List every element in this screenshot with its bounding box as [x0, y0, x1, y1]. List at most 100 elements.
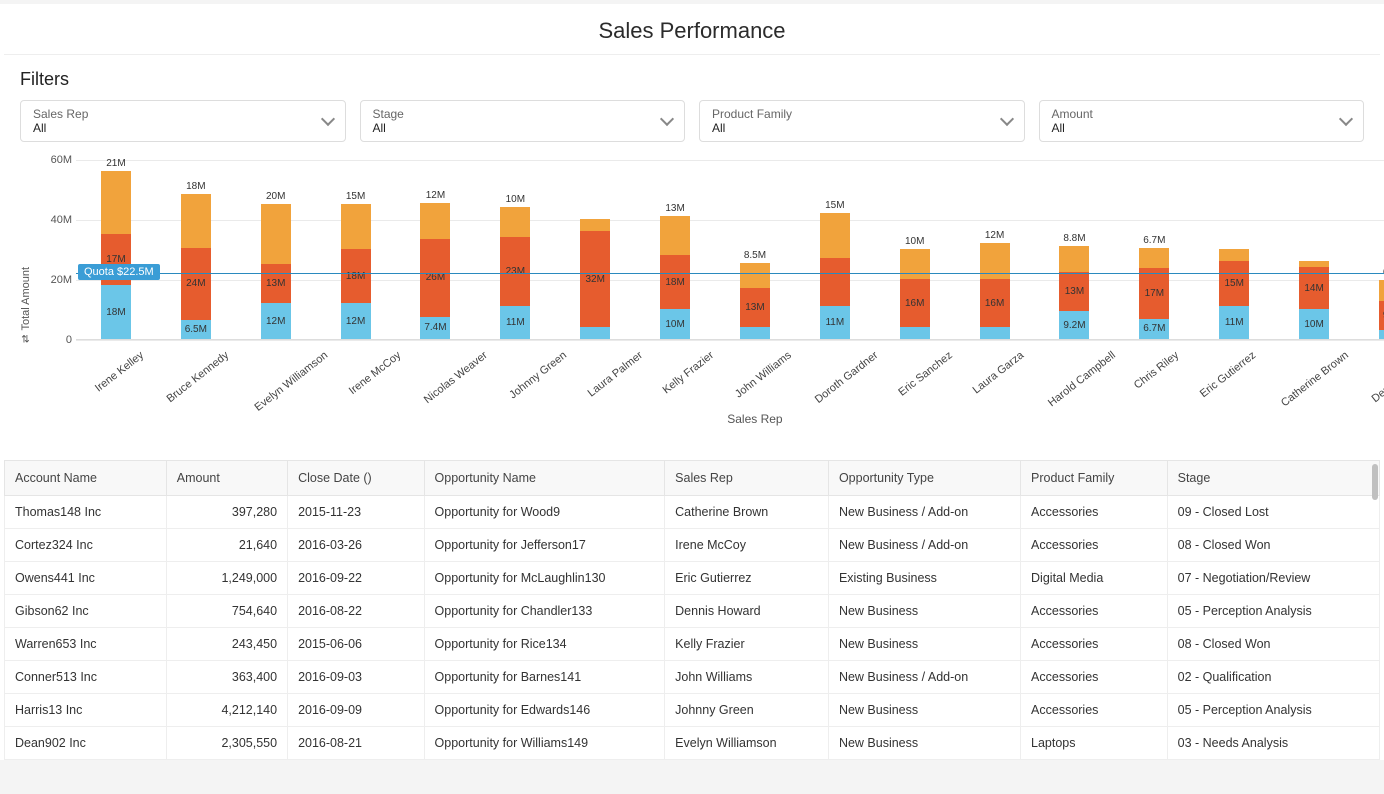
bar-label: 14M [1304, 283, 1323, 294]
table-cell: New Business [828, 694, 1020, 727]
table-cell: 2016-09-09 [288, 694, 424, 727]
table-cell: 363,400 [166, 661, 287, 694]
table-row[interactable]: Conner513 Inc363,4002016-09-03Opportunit… [5, 661, 1380, 694]
filter-sales-rep[interactable]: Sales Rep All [20, 100, 346, 142]
y-tick: 20M [34, 274, 72, 286]
bar[interactable]: 8.8M13M9.2M [1035, 246, 1115, 339]
table-cell: New Business [828, 727, 1020, 760]
chart-plot-area[interactable]: 020M40M60MQuota $22.5M21M17M18M18M24M6.5… [76, 160, 1384, 340]
column-header[interactable]: Opportunity Name [424, 461, 665, 496]
table-cell: Irene McCoy [665, 529, 829, 562]
bar-label: 16M [985, 298, 1004, 309]
bar[interactable]: 32M [555, 219, 635, 339]
filter-value: All [373, 121, 404, 135]
table-cell: Gibson62 Inc [5, 595, 167, 628]
column-header[interactable]: Stage [1167, 461, 1379, 496]
table-cell: 2016-08-21 [288, 727, 424, 760]
filters-panel: Filters Sales Rep All Stage All Product … [4, 59, 1380, 150]
bar-label: 6.7M [1143, 235, 1165, 246]
table-cell: 2015-06-06 [288, 628, 424, 661]
table-cell: 243,450 [166, 628, 287, 661]
chart-panel: Opportunity Type Existing Business New B… [4, 154, 1384, 456]
scrollbar-thumb[interactable] [1372, 464, 1378, 500]
table-cell: 08 - Closed Won [1167, 529, 1379, 562]
filter-stage[interactable]: Stage All [360, 100, 686, 142]
bar-label: 18M [186, 181, 205, 192]
bar-label: 10M [1304, 319, 1323, 330]
table-row[interactable]: Cortez324 Inc21,6402016-03-26Opportunity… [5, 529, 1380, 562]
bar-label: 15M [825, 200, 844, 211]
table-row[interactable]: Thomas148 Inc397,2802015-11-23Opportunit… [5, 496, 1380, 529]
chevron-down-icon [660, 112, 674, 126]
bar-label: 8.8M [1063, 233, 1085, 244]
bar[interactable]: 8.5M13M [715, 263, 795, 340]
table-cell: 4,212,140 [166, 694, 287, 727]
column-header[interactable]: Sales Rep [665, 461, 829, 496]
bar-label: 10M [905, 236, 924, 247]
bar-label: 13M [665, 203, 684, 214]
bar-label: 10M [506, 194, 525, 205]
column-header[interactable]: Account Name [5, 461, 167, 496]
y-axis-title: ⇅ Total Amount [18, 160, 34, 450]
bar[interactable]: 15M18M12M [316, 204, 396, 339]
bar-label: 13M [1065, 286, 1084, 297]
table-row[interactable]: Harris13 Inc4,212,1402016-09-09Opportuni… [5, 694, 1380, 727]
table-cell: 1,249,000 [166, 562, 287, 595]
table-cell: 2016-03-26 [288, 529, 424, 562]
table-cell: 05 - Perception Analysis [1167, 595, 1379, 628]
table-cell: Opportunity for Edwards146 [424, 694, 665, 727]
table-cell: Accessories [1021, 595, 1168, 628]
bar[interactable]: 6.7M17M6.7M [1114, 248, 1194, 339]
bar[interactable]: 12M16M [955, 243, 1035, 339]
bar-label: 20M [266, 191, 285, 202]
sort-icon: ⇅ [21, 334, 29, 345]
bar[interactable]: 10M16M [875, 249, 955, 339]
table-row[interactable]: Owens441 Inc1,249,0002016-09-22Opportuni… [5, 562, 1380, 595]
table-cell: 2016-09-03 [288, 661, 424, 694]
table-cell: Thomas148 Inc [5, 496, 167, 529]
bar[interactable]: 18M24M6.5M [156, 194, 236, 340]
opportunity-table[interactable]: Account NameAmountClose Date ()Opportuni… [4, 460, 1380, 760]
bar[interactable]: 6.8M9.8M [1354, 280, 1384, 339]
filter-name: Amount [1052, 107, 1093, 121]
page-title: Sales Performance [4, 18, 1380, 44]
bar[interactable]: 15M11M [795, 213, 875, 339]
column-header[interactable]: Amount [166, 461, 287, 496]
bar-label: 15M [1224, 278, 1243, 289]
filter-name: Stage [373, 107, 404, 121]
bar-label: 26M [426, 272, 445, 283]
bar-label: 8.5M [744, 250, 766, 261]
table-row[interactable]: Dean902 Inc2,305,5502016-08-21Opportunit… [5, 727, 1380, 760]
filter-product-family[interactable]: Product Family All [699, 100, 1025, 142]
table-cell: Conner513 Inc [5, 661, 167, 694]
filter-value: All [1052, 121, 1093, 135]
table-cell: Opportunity for Williams149 [424, 727, 665, 760]
chevron-down-icon [1339, 112, 1353, 126]
filter-name: Sales Rep [33, 107, 88, 121]
table-cell: 08 - Closed Won [1167, 628, 1379, 661]
table-cell: Opportunity for Jefferson17 [424, 529, 665, 562]
bar[interactable]: 12M26M7.4M [396, 203, 476, 339]
bar-label: 6.5M [185, 324, 207, 335]
bar[interactable]: 13M18M10M [635, 216, 715, 339]
bar[interactable]: 15M11M [1194, 249, 1274, 339]
bar[interactable]: 20M13M12M [236, 204, 316, 339]
column-header[interactable]: Close Date () [288, 461, 424, 496]
table-cell: New Business [828, 595, 1020, 628]
bar-label: 24M [186, 278, 205, 289]
y-tick: 0 [34, 334, 72, 346]
x-tick: Catherine Brown [1276, 340, 1384, 452]
column-header[interactable]: Product Family [1021, 461, 1168, 496]
table-row[interactable]: Gibson62 Inc754,6402016-08-22Opportunity… [5, 595, 1380, 628]
table-cell: New Business / Add-on [828, 661, 1020, 694]
table-cell: Existing Business [828, 562, 1020, 595]
table-cell: Dennis Howard [665, 595, 829, 628]
table-cell: 05 - Perception Analysis [1167, 694, 1379, 727]
table-cell: Accessories [1021, 661, 1168, 694]
table-cell: Opportunity for McLaughlin130 [424, 562, 665, 595]
bar[interactable]: 21M17M18M [76, 171, 156, 339]
table-cell: Cortez324 Inc [5, 529, 167, 562]
filter-amount[interactable]: Amount All [1039, 100, 1365, 142]
table-row[interactable]: Warren653 Inc243,4502015-06-06Opportunit… [5, 628, 1380, 661]
column-header[interactable]: Opportunity Type [828, 461, 1020, 496]
